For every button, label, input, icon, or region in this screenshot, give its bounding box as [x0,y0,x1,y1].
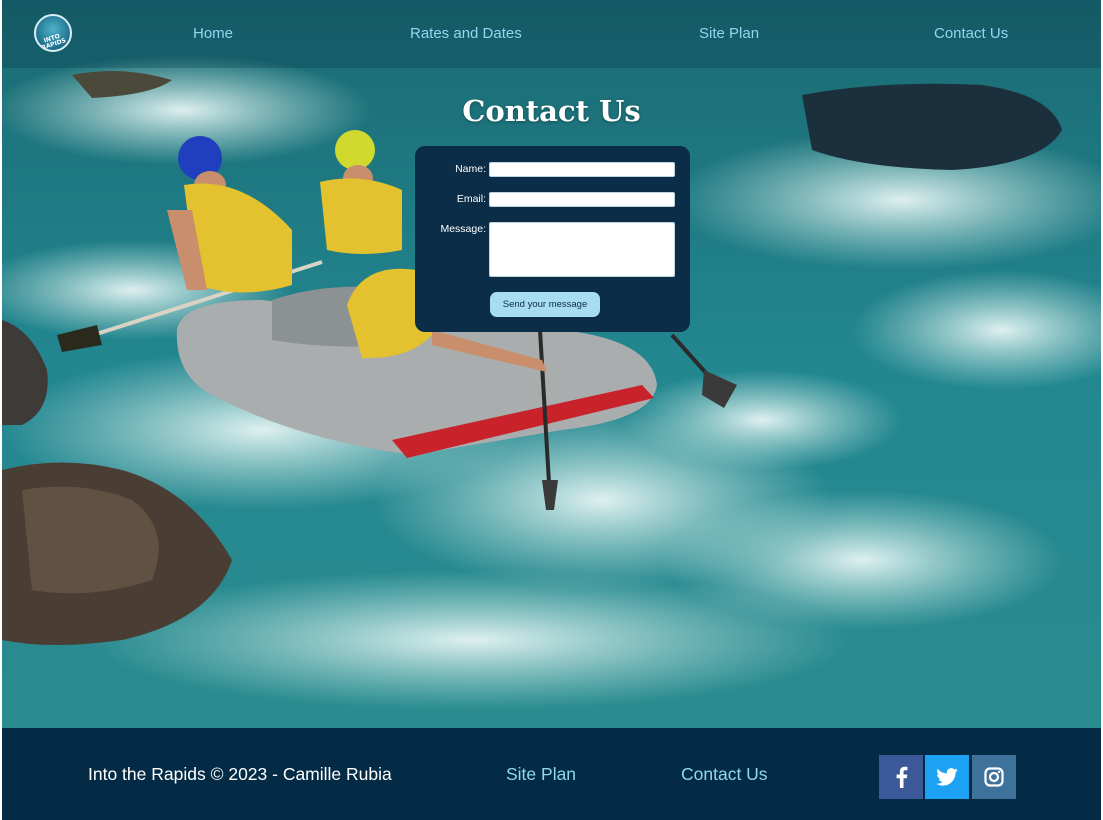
twitter-icon [936,768,958,786]
footer-copyright: Into the Rapids © 2023 - Camille Rubia [88,764,392,784]
nav-rates-and-dates-link[interactable]: Rates and Dates [410,25,522,42]
twitter-button[interactable] [925,755,969,799]
footer: Into the Rapids © 2023 - Camille Rubia S… [2,728,1101,820]
footer-site-plan-link[interactable]: Site Plan [506,764,576,785]
facebook-icon [896,766,908,788]
name-input[interactable] [489,162,675,177]
contact-form: Name: Email: Message: Send your message [415,146,690,332]
page: INTO RAPIDS Home Rates and Dates Site Pl… [2,0,1101,820]
page-title: Contact Us [462,94,641,128]
message-label: Message: [440,223,486,235]
top-navigation: INTO RAPIDS Home Rates and Dates Site Pl… [2,0,1101,68]
send-message-button[interactable]: Send your message [490,292,600,317]
message-textarea[interactable] [489,222,675,277]
facebook-button[interactable] [879,755,923,799]
nav-home-link[interactable]: Home [193,25,233,42]
email-input[interactable] [489,192,675,207]
nav-contact-us-link[interactable]: Contact Us [934,25,1008,42]
instagram-button[interactable] [972,755,1016,799]
logo-text: INTO RAPIDS [40,32,67,52]
instagram-icon [984,767,1004,787]
email-label: Email: [456,193,486,205]
footer-contact-us-link[interactable]: Contact Us [681,764,768,785]
hero-background-image: INTO RAPIDS Home Rates and Dates Site Pl… [2,0,1101,728]
into-rapids-logo[interactable]: INTO RAPIDS [34,14,72,52]
nav-site-plan-link[interactable]: Site Plan [699,25,759,42]
name-label: Name: [455,163,486,175]
